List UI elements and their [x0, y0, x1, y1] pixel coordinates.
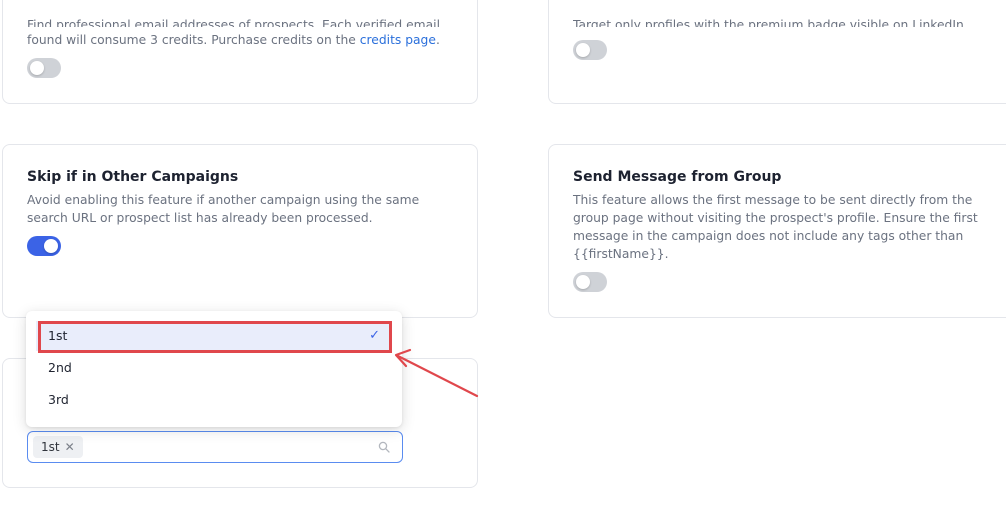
email-finder-description-line1: Find professional email addresses of pro…	[27, 18, 441, 27]
premium-toggle[interactable]	[573, 40, 607, 60]
toggle-knob	[576, 275, 590, 289]
annotation-arrow-icon	[394, 348, 479, 398]
group-message-description-line4: {{firstName}}.	[573, 247, 669, 261]
connection-degree-select[interactable]: 1st ✕	[27, 431, 403, 463]
email-finder-description-line2: found will consume 3 credits. Purchase c…	[27, 33, 360, 47]
premium-description: Target only profiles with the premium ba…	[573, 18, 968, 27]
skip-campaigns-description-line2: search URL or prospect list has already …	[27, 211, 373, 225]
group-message-title: Send Message from Group	[573, 169, 782, 185]
email-finder-toggle[interactable]	[27, 58, 61, 78]
option-label: 2nd	[48, 360, 72, 375]
group-message-description-line3: message in the campaign does not include…	[573, 229, 964, 243]
toggle-knob	[30, 61, 44, 75]
skip-campaigns-description-line1: Avoid enabling this feature if another c…	[27, 193, 420, 207]
dropdown-option-2nd[interactable]: 2nd	[36, 353, 392, 383]
skip-campaigns-title: Skip if in Other Campaigns	[27, 169, 239, 185]
search-icon	[378, 441, 390, 453]
skip-campaigns-toggle[interactable]	[27, 236, 61, 256]
close-icon[interactable]: ✕	[65, 440, 75, 454]
group-message-description-line2: group page without visiting the prospect…	[573, 211, 978, 225]
selected-tag: 1st ✕	[33, 436, 83, 458]
group-message-description-line1: This feature allows the first message to…	[573, 193, 973, 207]
email-finder-description-suffix: .	[435, 33, 440, 47]
annotation-highlight-box	[38, 321, 392, 353]
toggle-knob	[576, 43, 590, 57]
option-label: 3rd	[48, 392, 69, 407]
selected-tag-label: 1st	[41, 440, 60, 454]
email-finder-description: found will consume 3 credits. Purchase c…	[27, 31, 440, 49]
dropdown-option-3rd[interactable]: 3rd	[36, 385, 392, 415]
group-message-toggle[interactable]	[573, 272, 607, 292]
credits-page-link[interactable]: credits page	[360, 33, 436, 47]
toggle-knob	[44, 239, 58, 253]
